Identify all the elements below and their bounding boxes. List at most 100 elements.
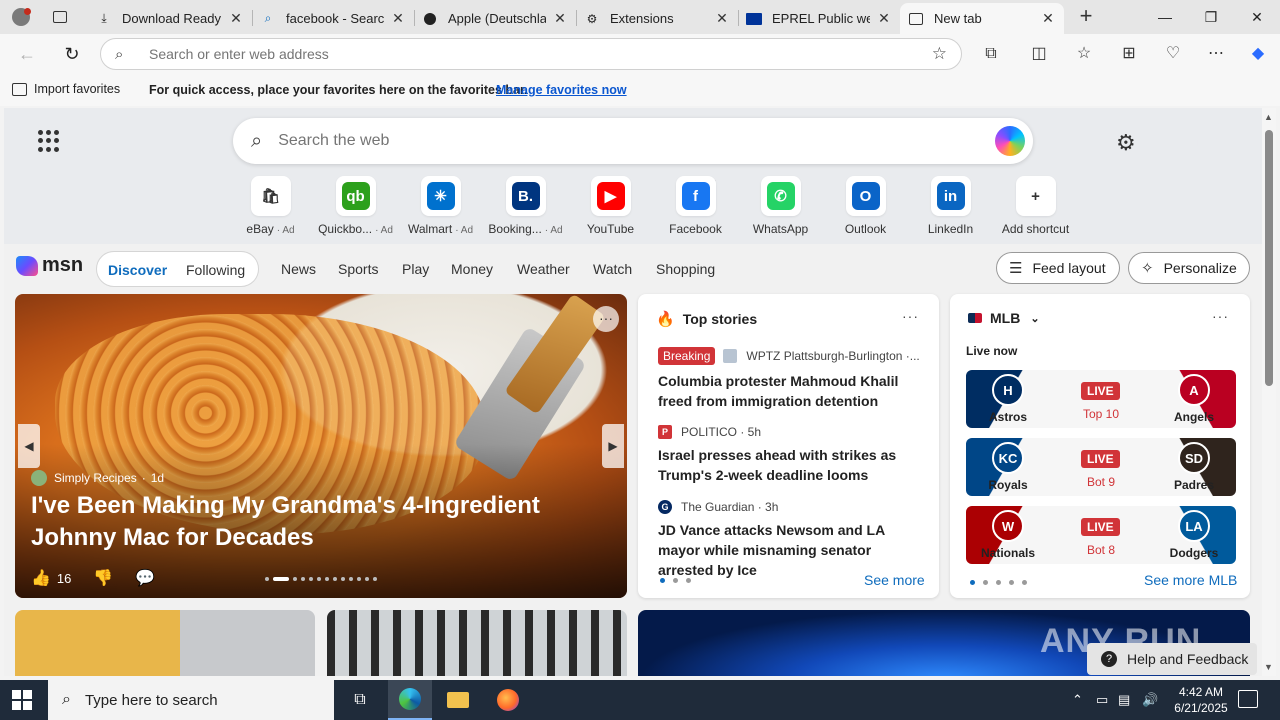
mlb-game-row[interactable]: W LA Nationals Dodgers LIVE Bot 8 — [966, 506, 1236, 564]
see-more-mlb-link[interactable]: See more MLB — [1144, 572, 1237, 588]
battery-icon[interactable]: ▭ — [1096, 692, 1108, 708]
address-bar[interactable]: ⌕ ☆ — [100, 38, 962, 70]
collections-icon[interactable]: ⊞ — [1117, 43, 1141, 65]
manage-favorites-link[interactable]: Manage favorites now — [496, 83, 627, 97]
scrollbar-thumb[interactable] — [1265, 130, 1273, 386]
nav-watch[interactable]: Watch — [593, 261, 632, 277]
notification-center-icon[interactable] — [1238, 690, 1258, 708]
carousel-prev-button[interactable]: ◀ — [18, 424, 40, 468]
split-screen-icon[interactable]: ◫ — [1027, 43, 1051, 65]
refresh-button[interactable]: ↻ — [59, 42, 85, 66]
close-tab-icon[interactable]: ✕ — [876, 10, 892, 27]
file-explorer-icon[interactable] — [436, 680, 480, 720]
story-headline[interactable]: JD Vance attacks Newsom and LA mayor whi… — [658, 520, 926, 580]
mlb-more-icon[interactable]: ··· — [1212, 308, 1229, 324]
scroll-up-icon[interactable]: ▲ — [1264, 112, 1273, 122]
tab-facebook-search[interactable]: ⌕ facebook - Search ✕ — [252, 3, 414, 34]
scroll-down-icon[interactable]: ▼ — [1264, 662, 1273, 672]
story-item[interactable]: P POLITICO · 5h Israel presses ahead with… — [658, 425, 926, 485]
more-options-icon[interactable]: ⋯ — [1204, 43, 1228, 65]
tab-actions-icon[interactable] — [48, 6, 72, 28]
feed-layout-button[interactable]: ☰ Feed layout — [996, 252, 1120, 284]
thumbs-up-icon[interactable]: 👍 — [31, 568, 51, 588]
minimize-button[interactable]: — — [1150, 6, 1180, 28]
tab-apple[interactable]: Apple (Deutschland) ✕ — [414, 3, 576, 34]
shortcut-tile[interactable]: B. Booking... · Ad — [483, 176, 568, 236]
address-input[interactable] — [149, 46, 909, 62]
page-settings-gear-icon[interactable]: ⚙ — [1116, 130, 1136, 156]
network-icon[interactable]: ▤ — [1118, 692, 1130, 708]
tab-download-ready[interactable]: ⤓ Download Ready ✕ — [88, 3, 252, 34]
mlb-game-row[interactable]: H A Astros Angels LIVE Top 10 — [966, 370, 1236, 428]
favorite-star-icon[interactable]: ☆ — [932, 44, 947, 64]
nav-weather[interactable]: Weather — [517, 261, 570, 277]
task-view-icon[interactable]: ⧉ — [338, 680, 382, 720]
show-hidden-icons[interactable]: ⌃ — [1072, 692, 1083, 708]
edge-app-icon[interactable] — [388, 680, 432, 720]
tab-new-tab[interactable]: New tab ✕ — [900, 3, 1064, 34]
close-tab-icon[interactable]: ✕ — [1040, 10, 1056, 27]
hero-card[interactable]: ◀ ▶ ··· Simply Recipes · 1d I've Been Maki… — [15, 294, 627, 598]
story-item[interactable]: G The Guardian · 3h JD Vance attacks News… — [658, 500, 926, 580]
web-search-box[interactable]: ⌕ — [233, 118, 1033, 164]
tab-extensions[interactable]: ⚙ Extensions ✕ — [576, 3, 738, 34]
tab-discover[interactable]: Discover — [108, 262, 167, 278]
extensions-icon[interactable]: ⧉ — [979, 43, 1003, 65]
copilot-icon[interactable]: ◆ — [1246, 43, 1270, 65]
volume-icon[interactable]: 🔊 — [1142, 692, 1158, 708]
firefox-app-icon[interactable] — [486, 680, 530, 720]
shortcut-tile[interactable]: O Outlook — [823, 176, 908, 236]
close-tab-icon[interactable]: ✕ — [552, 10, 568, 27]
close-tab-icon[interactable]: ✕ — [390, 10, 406, 27]
nav-sports[interactable]: Sports — [338, 261, 378, 277]
nav-news[interactable]: News — [281, 261, 316, 277]
story-item[interactable]: Breaking WPTZ Plattsburgh-Burlington ·...… — [658, 347, 926, 411]
app-launcher-icon[interactable] — [38, 130, 60, 152]
mlb-header[interactable]: MLB ⌄ — [968, 310, 1040, 326]
nav-shopping[interactable]: Shopping — [656, 261, 715, 277]
shortcut-tile[interactable]: ✳ Walmart · Ad — [398, 176, 483, 236]
top-stories-more-icon[interactable]: ··· — [902, 308, 919, 324]
shortcut-tile[interactable]: + Add shortcut — [993, 176, 1078, 236]
nav-play[interactable]: Play — [402, 261, 429, 277]
shortcut-tile[interactable]: 🛍 eBay · Ad — [228, 176, 313, 236]
help-feedback-button[interactable]: ? Help and Feedback — [1087, 643, 1257, 675]
msn-logo[interactable]: msn — [16, 254, 83, 277]
page-scrollbar[interactable]: ▲ ▼ — [1262, 108, 1276, 676]
see-more-link[interactable]: See more — [864, 572, 925, 588]
thumbs-down-icon[interactable]: 👎 — [93, 568, 113, 588]
tab-eprel[interactable]: EPREL Public website ✕ — [738, 3, 900, 34]
personalize-button[interactable]: ✧ Personalize — [1128, 252, 1250, 284]
close-window-button[interactable]: ✕ — [1242, 6, 1272, 28]
browser-essentials-icon[interactable]: ♡ — [1161, 43, 1185, 65]
carousel-next-button[interactable]: ▶ — [602, 424, 624, 468]
story-headline[interactable]: Columbia protester Mahmoud Khalil freed … — [658, 371, 926, 411]
hero-more-options-icon[interactable]: ··· — [593, 306, 619, 332]
close-tab-icon[interactable]: ✕ — [228, 10, 244, 27]
new-tab-button[interactable]: + — [1074, 5, 1098, 28]
comment-icon[interactable]: 💬 — [135, 568, 155, 588]
shortcut-tile[interactable]: ✆ WhatsApp — [738, 176, 823, 236]
close-tab-icon[interactable]: ✕ — [714, 10, 730, 27]
restore-button[interactable]: ❐ — [1196, 6, 1226, 28]
web-search-input[interactable] — [278, 132, 959, 150]
sign-in-button[interactable]: Sign in — [1176, 133, 1219, 149]
hero-title[interactable]: I've Been Making My Grandma's 4-Ingredie… — [31, 490, 621, 554]
tab-following[interactable]: Following — [186, 262, 245, 278]
shortcut-tile[interactable]: qb Quickbo... · Ad — [313, 176, 398, 236]
shortcut-tile[interactable]: ▶ YouTube — [568, 176, 653, 236]
nav-money[interactable]: Money — [451, 261, 493, 277]
import-favorites-button[interactable]: Import favorites — [12, 82, 120, 96]
copilot-icon[interactable] — [995, 126, 1025, 156]
system-clock[interactable]: 4:42 AM 6/21/2025 — [1170, 684, 1232, 716]
news-tile-image[interactable] — [15, 610, 315, 676]
start-button[interactable] — [12, 690, 32, 710]
mlb-game-row[interactable]: KC SD Royals Padres LIVE Bot 9 — [966, 438, 1236, 496]
news-tile-image[interactable] — [327, 610, 627, 676]
taskbar-search[interactable]: ⌕ Type here to search — [48, 680, 334, 720]
back-button[interactable]: ← — [14, 42, 40, 66]
shortcut-tile[interactable]: f Facebook — [653, 176, 738, 236]
favorites-icon[interactable]: ☆ — [1072, 43, 1096, 65]
shortcut-tile[interactable]: in LinkedIn — [908, 176, 993, 236]
story-headline[interactable]: Israel presses ahead with strikes as Tru… — [658, 445, 926, 485]
